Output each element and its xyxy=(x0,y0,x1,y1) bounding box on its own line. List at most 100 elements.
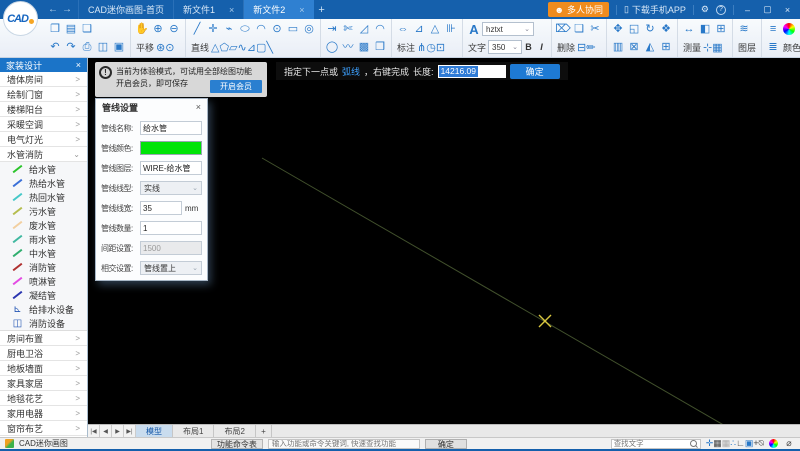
polyline-icon[interactable]: ⌁ xyxy=(221,21,237,37)
tab-file1[interactable]: 新文件1 × xyxy=(173,0,243,19)
text-size-select[interactable]: 350⌄ xyxy=(488,40,522,54)
pipe-color-swatch[interactable] xyxy=(140,141,202,155)
close-tab-icon[interactable]: × xyxy=(229,5,234,15)
lineweight-icon[interactable]: ≡ xyxy=(765,21,781,37)
save-as-icon[interactable]: ❏ xyxy=(79,21,95,37)
first-layout-button[interactable]: |◀ xyxy=(88,425,100,437)
tab-layout1[interactable]: 布局1 xyxy=(173,425,214,437)
dim-linear-icon[interactable]: ⇔ xyxy=(395,21,411,37)
measure-area-icon[interactable]: ◧ xyxy=(697,21,713,37)
stamp-icon[interactable]: ⊠ xyxy=(626,39,642,55)
delete-icon[interactable]: ⌦ xyxy=(555,21,571,37)
trapezoid-icon[interactable]: ⊿ xyxy=(247,42,256,54)
text-tool-icon[interactable]: A xyxy=(466,22,482,37)
close-button[interactable]: × xyxy=(781,5,794,15)
roundrect-icon[interactable]: ▢ xyxy=(256,42,266,54)
pipe-item[interactable]: 污水管 xyxy=(0,204,87,218)
device-item[interactable]: ⊾ 给排水设备 xyxy=(0,302,87,316)
sidebar-item[interactable]: 绘制门窗 > xyxy=(0,87,87,102)
new-tab-button[interactable]: + xyxy=(314,0,330,19)
calibrate-icon[interactable]: ⊹ xyxy=(703,42,712,54)
next-layout-button[interactable]: ▶ xyxy=(112,425,124,437)
collab-button[interactable]: ☻ 多人协同 xyxy=(548,2,609,17)
pipe-width-input[interactable] xyxy=(140,201,182,215)
pipe-item[interactable]: 热回水管 xyxy=(0,190,87,204)
pipe-item[interactable]: 给水管 xyxy=(0,162,87,176)
sidebar-item[interactable]: 地毯花艺 > xyxy=(0,391,87,406)
sidebar-item[interactable]: 家具家居 > xyxy=(0,376,87,391)
open-icon[interactable]: ❐ xyxy=(47,21,63,37)
drawing-canvas[interactable]: ! 当前为体验模式，可试用全部绘图功能 开启会员，即可保存 开启会员 指定下一点… xyxy=(88,58,800,424)
measure-length-icon[interactable]: ↔ xyxy=(681,21,697,37)
sidebar-item[interactable]: 墙体房间 > xyxy=(0,72,87,87)
sidebar-item[interactable]: 地板墙面 > xyxy=(0,361,87,376)
undo-icon[interactable]: ↶ xyxy=(47,39,63,55)
grid-icon[interactable]: ▦ xyxy=(713,438,722,448)
arc-option-link[interactable]: 弧线 xyxy=(342,65,360,78)
bold-button[interactable]: B xyxy=(522,42,535,52)
pipe-item[interactable]: 凝结管 xyxy=(0,288,87,302)
pipe-cross-select[interactable]: 管线置上 ⌄ xyxy=(140,261,202,275)
pipe-layer-input[interactable] xyxy=(140,161,202,175)
pipe-item[interactable]: 消防管 xyxy=(0,260,87,274)
paste-icon[interactable]: ⊟ xyxy=(577,42,586,54)
sidebar-item[interactable]: 楼梯阳台 > xyxy=(0,102,87,117)
zoom-out-icon[interactable]: ⊖ xyxy=(166,21,182,37)
grid-dots-icon[interactable]: ▦ xyxy=(722,438,731,448)
dim-aligned-icon[interactable]: ⊿ xyxy=(411,21,427,37)
hatch-icon[interactable]: ▩ xyxy=(356,39,372,55)
color-wheel-icon[interactable] xyxy=(783,23,795,35)
ortho-icon[interactable]: ∟ xyxy=(736,438,745,448)
chamfer-icon[interactable]: ◿ xyxy=(356,21,372,37)
add-layout-button[interactable]: + xyxy=(256,425,272,437)
tab-file2-active[interactable]: 新文件2 × xyxy=(243,0,313,19)
zoom-in-icon[interactable]: ⊕ xyxy=(150,21,166,37)
format-brush-icon[interactable]: ✏ xyxy=(586,42,595,54)
break-icon[interactable]: ⇥ xyxy=(324,21,340,37)
prev-layout-button[interactable]: ◀ xyxy=(100,425,112,437)
sidebar-item[interactable]: 厨电卫浴 > xyxy=(0,346,87,361)
app-logo[interactable]: CAD xyxy=(3,1,38,36)
move-icon[interactable]: ✥ xyxy=(610,21,626,37)
tab-home[interactable]: CAD迷你画图-首页 xyxy=(78,0,173,19)
settings-icon[interactable]: ⚙ xyxy=(701,4,709,15)
open-membership-button[interactable]: 开启会员 xyxy=(210,80,262,93)
pipe-linetype-select[interactable]: 实线 ⌄ xyxy=(140,181,202,195)
pan-hand-icon[interactable]: ✋ xyxy=(134,21,150,37)
sidebar-item[interactable]: 采暖空调 > xyxy=(0,117,87,132)
dim-radius-icon[interactable]: ◷ xyxy=(426,42,436,54)
maximize-button[interactable]: ▢ xyxy=(761,4,774,15)
revcloud-icon[interactable]: ◯ xyxy=(324,39,340,55)
last-layout-button[interactable]: ▶| xyxy=(124,425,136,437)
tab-layout2[interactable]: 布局2 xyxy=(214,425,255,437)
dim-angle-icon[interactable]: △ xyxy=(427,21,443,37)
download-app-button[interactable]: ▯ 下载手机APP xyxy=(624,3,686,16)
xline-icon[interactable]: ✛ xyxy=(205,21,221,37)
parallelogram-icon[interactable]: ▱ xyxy=(229,42,237,54)
dialog-close-icon[interactable]: × xyxy=(196,102,201,112)
pipe-item[interactable]: 中水管 xyxy=(0,246,87,260)
close-tab-icon[interactable]: × xyxy=(299,5,304,15)
fillet-icon[interactable]: ◠ xyxy=(372,21,388,37)
pipe-item[interactable]: 废水管 xyxy=(0,218,87,232)
pdf-export-icon[interactable]: ◫ xyxy=(95,39,111,55)
eraser-icon[interactable]: ⍉ xyxy=(759,438,764,448)
table-icon[interactable]: ▦ xyxy=(712,42,722,54)
save-icon[interactable]: ▤ xyxy=(63,21,79,37)
cut-icon[interactable]: ✂ xyxy=(587,21,603,37)
pipe-name-input[interactable] xyxy=(140,121,202,135)
ray-icon[interactable]: ╲ xyxy=(266,42,273,54)
zoom-object-icon[interactable]: ⊙ xyxy=(165,42,174,54)
scale-icon[interactable]: ◱ xyxy=(626,21,642,37)
search-icon[interactable] xyxy=(690,440,698,448)
sidebar-item-pipes-expanded[interactable]: 水管消防 ⌄ xyxy=(0,147,87,162)
command-table-button[interactable]: 功能命令表 xyxy=(211,439,263,449)
device-item[interactable]: ◫ 消防设备 xyxy=(0,316,87,330)
polygon-icon[interactable]: ⬠ xyxy=(219,42,229,54)
minimize-button[interactable]: – xyxy=(741,5,754,15)
pipe-count-input[interactable] xyxy=(140,221,202,235)
donut-icon[interactable]: ◎ xyxy=(301,21,317,37)
print-icon[interactable]: ⎙ xyxy=(79,39,95,55)
help-icon[interactable]: ? xyxy=(716,5,726,15)
pipe-item[interactable]: 雨水管 xyxy=(0,232,87,246)
